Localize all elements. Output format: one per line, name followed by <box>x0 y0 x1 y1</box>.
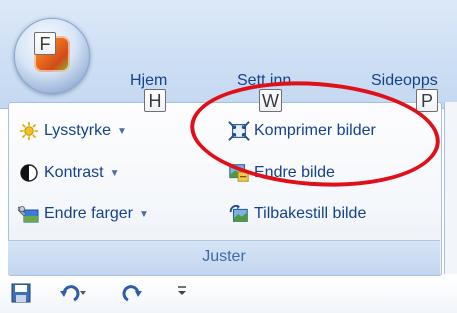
undo-icon[interactable] <box>58 282 88 309</box>
tab-sideoppsett[interactable]: Sideopps <box>371 72 438 90</box>
brightness-label: Lysstyrke <box>44 122 111 139</box>
recolor-icon <box>18 203 40 225</box>
compress-pictures-icon <box>228 120 250 142</box>
change-picture-icon <box>228 162 250 184</box>
chevron-down-icon: ▼ <box>116 125 127 137</box>
quick-access-toolbar <box>0 276 457 313</box>
tab-hjem[interactable]: Hjem <box>130 72 167 90</box>
contrast-button[interactable]: Kontrast ▼ <box>18 159 120 187</box>
change-picture-button[interactable]: Endre bilde <box>228 159 335 187</box>
chevron-down-icon: ▼ <box>109 167 120 179</box>
keytip-tab-sideoppsett: P <box>416 89 438 112</box>
recolor-button[interactable]: Endre farger ▼ <box>18 200 149 228</box>
chevron-down-icon: ▼ <box>138 208 149 220</box>
reset-picture-label: Tilbakestill bilde <box>254 205 367 222</box>
keytip-tab-hjem: H <box>144 89 166 112</box>
customize-icon[interactable] <box>176 284 188 303</box>
contrast-label: Kontrast <box>44 164 104 181</box>
keytip-tab-sett-inn: W <box>259 89 282 112</box>
contrast-icon <box>18 162 40 184</box>
keytip-office-button: F <box>34 32 56 55</box>
group-label-juster: Juster <box>202 248 246 265</box>
sun-icon <box>18 120 40 142</box>
reset-picture-button[interactable]: Tilbakestill bilde <box>228 200 366 228</box>
redo-icon[interactable] <box>120 282 144 309</box>
recolor-label: Endre farger <box>44 205 133 222</box>
office-button[interactable] <box>14 18 90 94</box>
compress-pictures-label: Komprimer bilder <box>254 122 376 139</box>
change-picture-label: Endre bilde <box>254 164 335 181</box>
reset-picture-icon <box>228 203 250 225</box>
tab-sett-inn[interactable]: Sett inn <box>237 72 291 90</box>
compress-pictures-button[interactable]: Komprimer bilder <box>228 117 376 145</box>
brightness-button[interactable]: Lysstyrke ▼ <box>18 117 127 145</box>
group-label-bar: Juster <box>8 240 440 275</box>
ribbon-panel-next-group <box>444 102 457 274</box>
save-icon[interactable] <box>10 282 32 309</box>
